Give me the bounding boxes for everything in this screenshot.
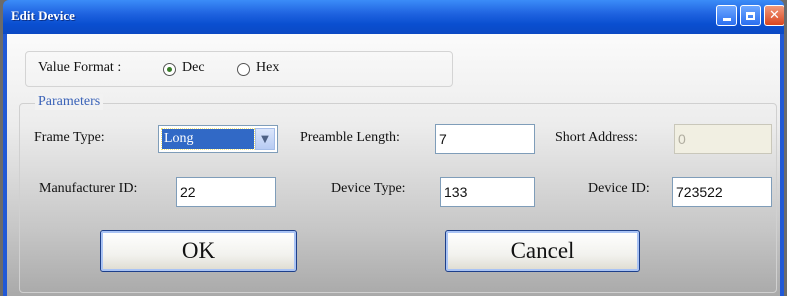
preamble-length-input[interactable]: 7 — [435, 124, 535, 154]
dec-radio-label[interactable]: Dec — [182, 60, 205, 76]
manufacturer-id-input[interactable]: 22 — [176, 177, 276, 207]
hex-radio[interactable] — [237, 63, 250, 76]
maximize-icon — [746, 11, 755, 20]
ok-button[interactable]: OK — [100, 230, 297, 272]
hex-radio-label[interactable]: Hex — [256, 60, 279, 76]
preamble-length-label: Preamble Length: — [300, 130, 400, 145]
minimize-button[interactable] — [716, 5, 737, 26]
frame-type-value: Long — [161, 128, 255, 150]
value-format-label: Value Format : — [38, 60, 122, 75]
close-icon: ✕ — [769, 8, 780, 23]
title-bar[interactable]: Edit Device ✕ — [3, 0, 784, 34]
cancel-button[interactable]: Cancel — [445, 230, 640, 272]
device-id-label: Device ID: — [588, 181, 650, 196]
edit-device-window: Edit Device ✕ Value Format : Dec Hex Par… — [3, 0, 784, 296]
short-address-input: 0 — [674, 124, 772, 154]
parameters-legend: Parameters — [35, 94, 104, 110]
frame-type-select[interactable]: Long ▼ — [158, 125, 278, 153]
device-type-label: Device Type: — [331, 181, 406, 196]
dialog-body: Value Format : Dec Hex Parameters Frame … — [7, 34, 780, 296]
window-title: Edit Device — [11, 8, 75, 23]
short-address-label: Short Address: — [555, 130, 638, 145]
dec-radio[interactable] — [163, 63, 176, 76]
chevron-down-icon: ▼ — [261, 133, 269, 145]
device-type-input[interactable]: 133 — [440, 177, 535, 207]
frame-type-label: Frame Type: — [34, 130, 105, 145]
dropdown-arrow-button[interactable]: ▼ — [255, 128, 275, 150]
device-id-input[interactable]: 723522 — [672, 177, 772, 207]
minimize-icon — [722, 18, 731, 21]
close-button[interactable]: ✕ — [764, 5, 784, 26]
maximize-button[interactable] — [740, 5, 761, 26]
manufacturer-id-label: Manufacturer ID: — [39, 181, 138, 196]
